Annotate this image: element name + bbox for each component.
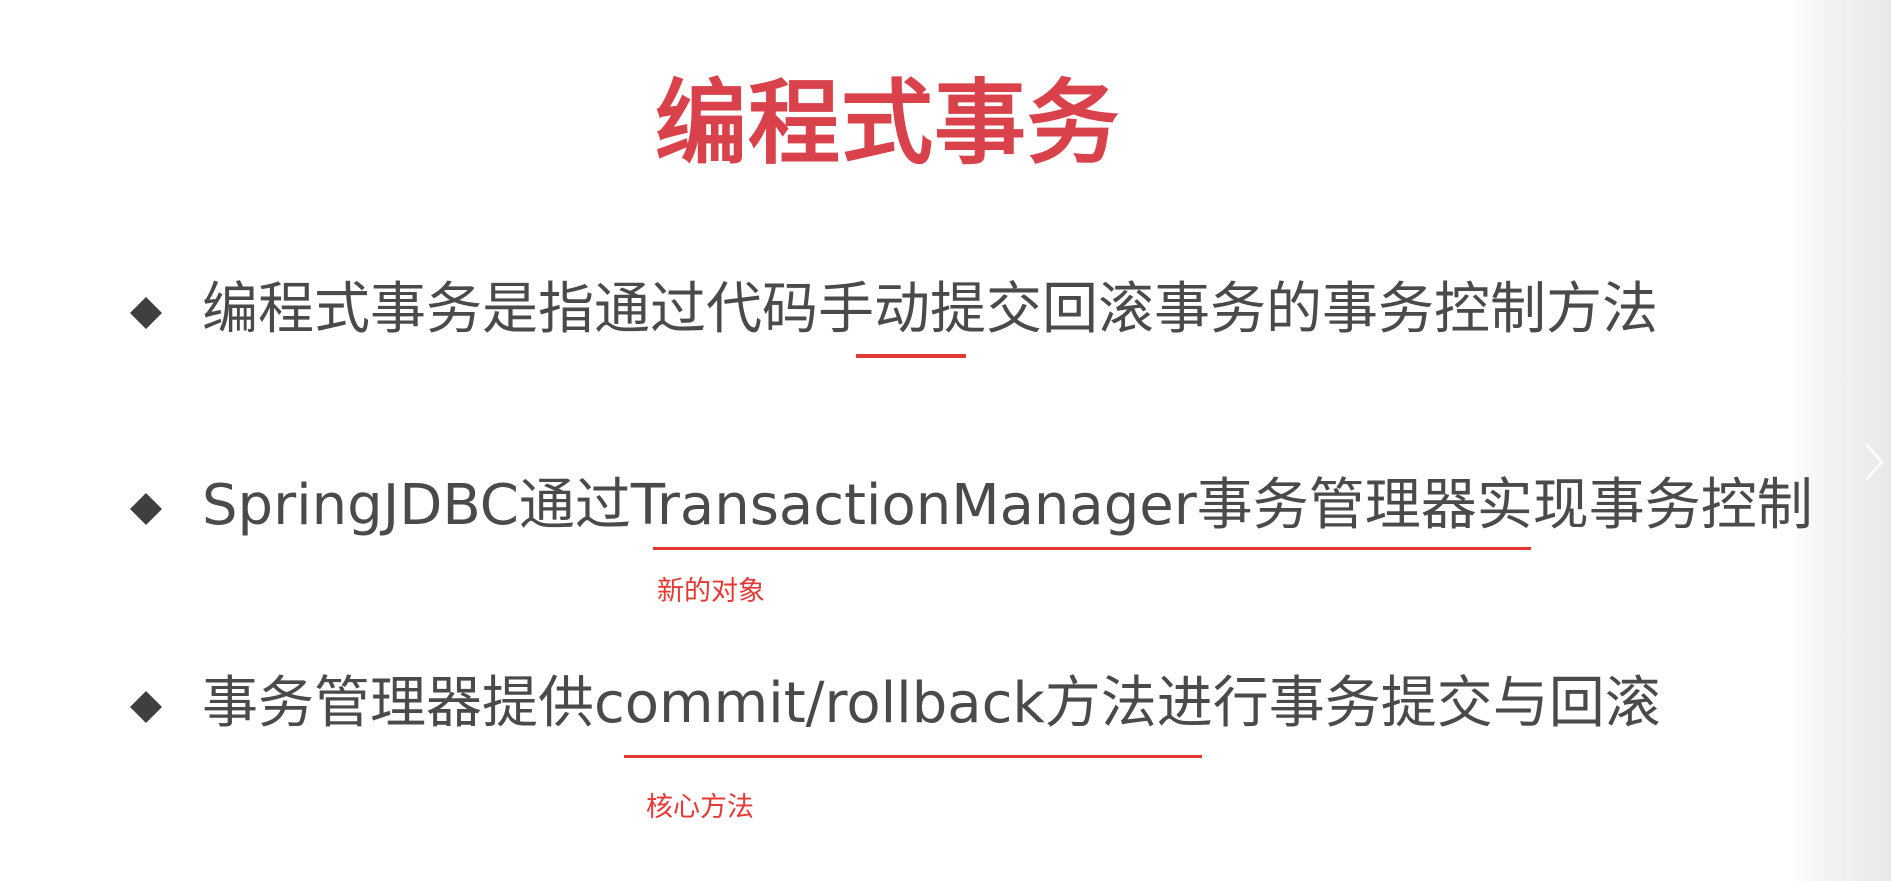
bullet-text-1: 编程式事务是指通过代码手动提交回滚事务的事务控制方法	[202, 277, 1658, 342]
slide-title: 编程式事务	[655, 70, 1121, 177]
highlight-underline-1	[856, 354, 966, 358]
bullet-item-3: 事务管理器提供commit/rollback方法进行事务提交与回滚	[124, 664, 1844, 754]
annotation-note-2: 核心方法	[646, 792, 754, 823]
chevron-right-icon[interactable]	[1863, 442, 1885, 482]
diamond-bullet-icon	[130, 493, 162, 525]
diamond-bullet-icon	[130, 691, 162, 723]
bullet-text-2: SpringJDBC通过TransactionManager事务管理器实现事务控…	[202, 473, 1813, 538]
highlight-underline-2	[653, 547, 1531, 550]
presentation-slide: 编程式事务 编程式事务是指通过代码手动提交回滚事务的事务控制方法 SpringJ…	[0, 0, 1891, 881]
bullet-text-3: 事务管理器提供commit/rollback方法进行事务提交与回滚	[202, 671, 1661, 736]
highlight-underline-3	[624, 755, 1202, 758]
bullet-item-1: 编程式事务是指通过代码手动提交回滚事务的事务控制方法	[124, 270, 1844, 360]
bullet-item-2: SpringJDBC通过TransactionManager事务管理器实现事务控…	[124, 466, 1844, 556]
annotation-note-1: 新的对象	[657, 576, 765, 607]
diamond-bullet-icon	[130, 297, 162, 329]
